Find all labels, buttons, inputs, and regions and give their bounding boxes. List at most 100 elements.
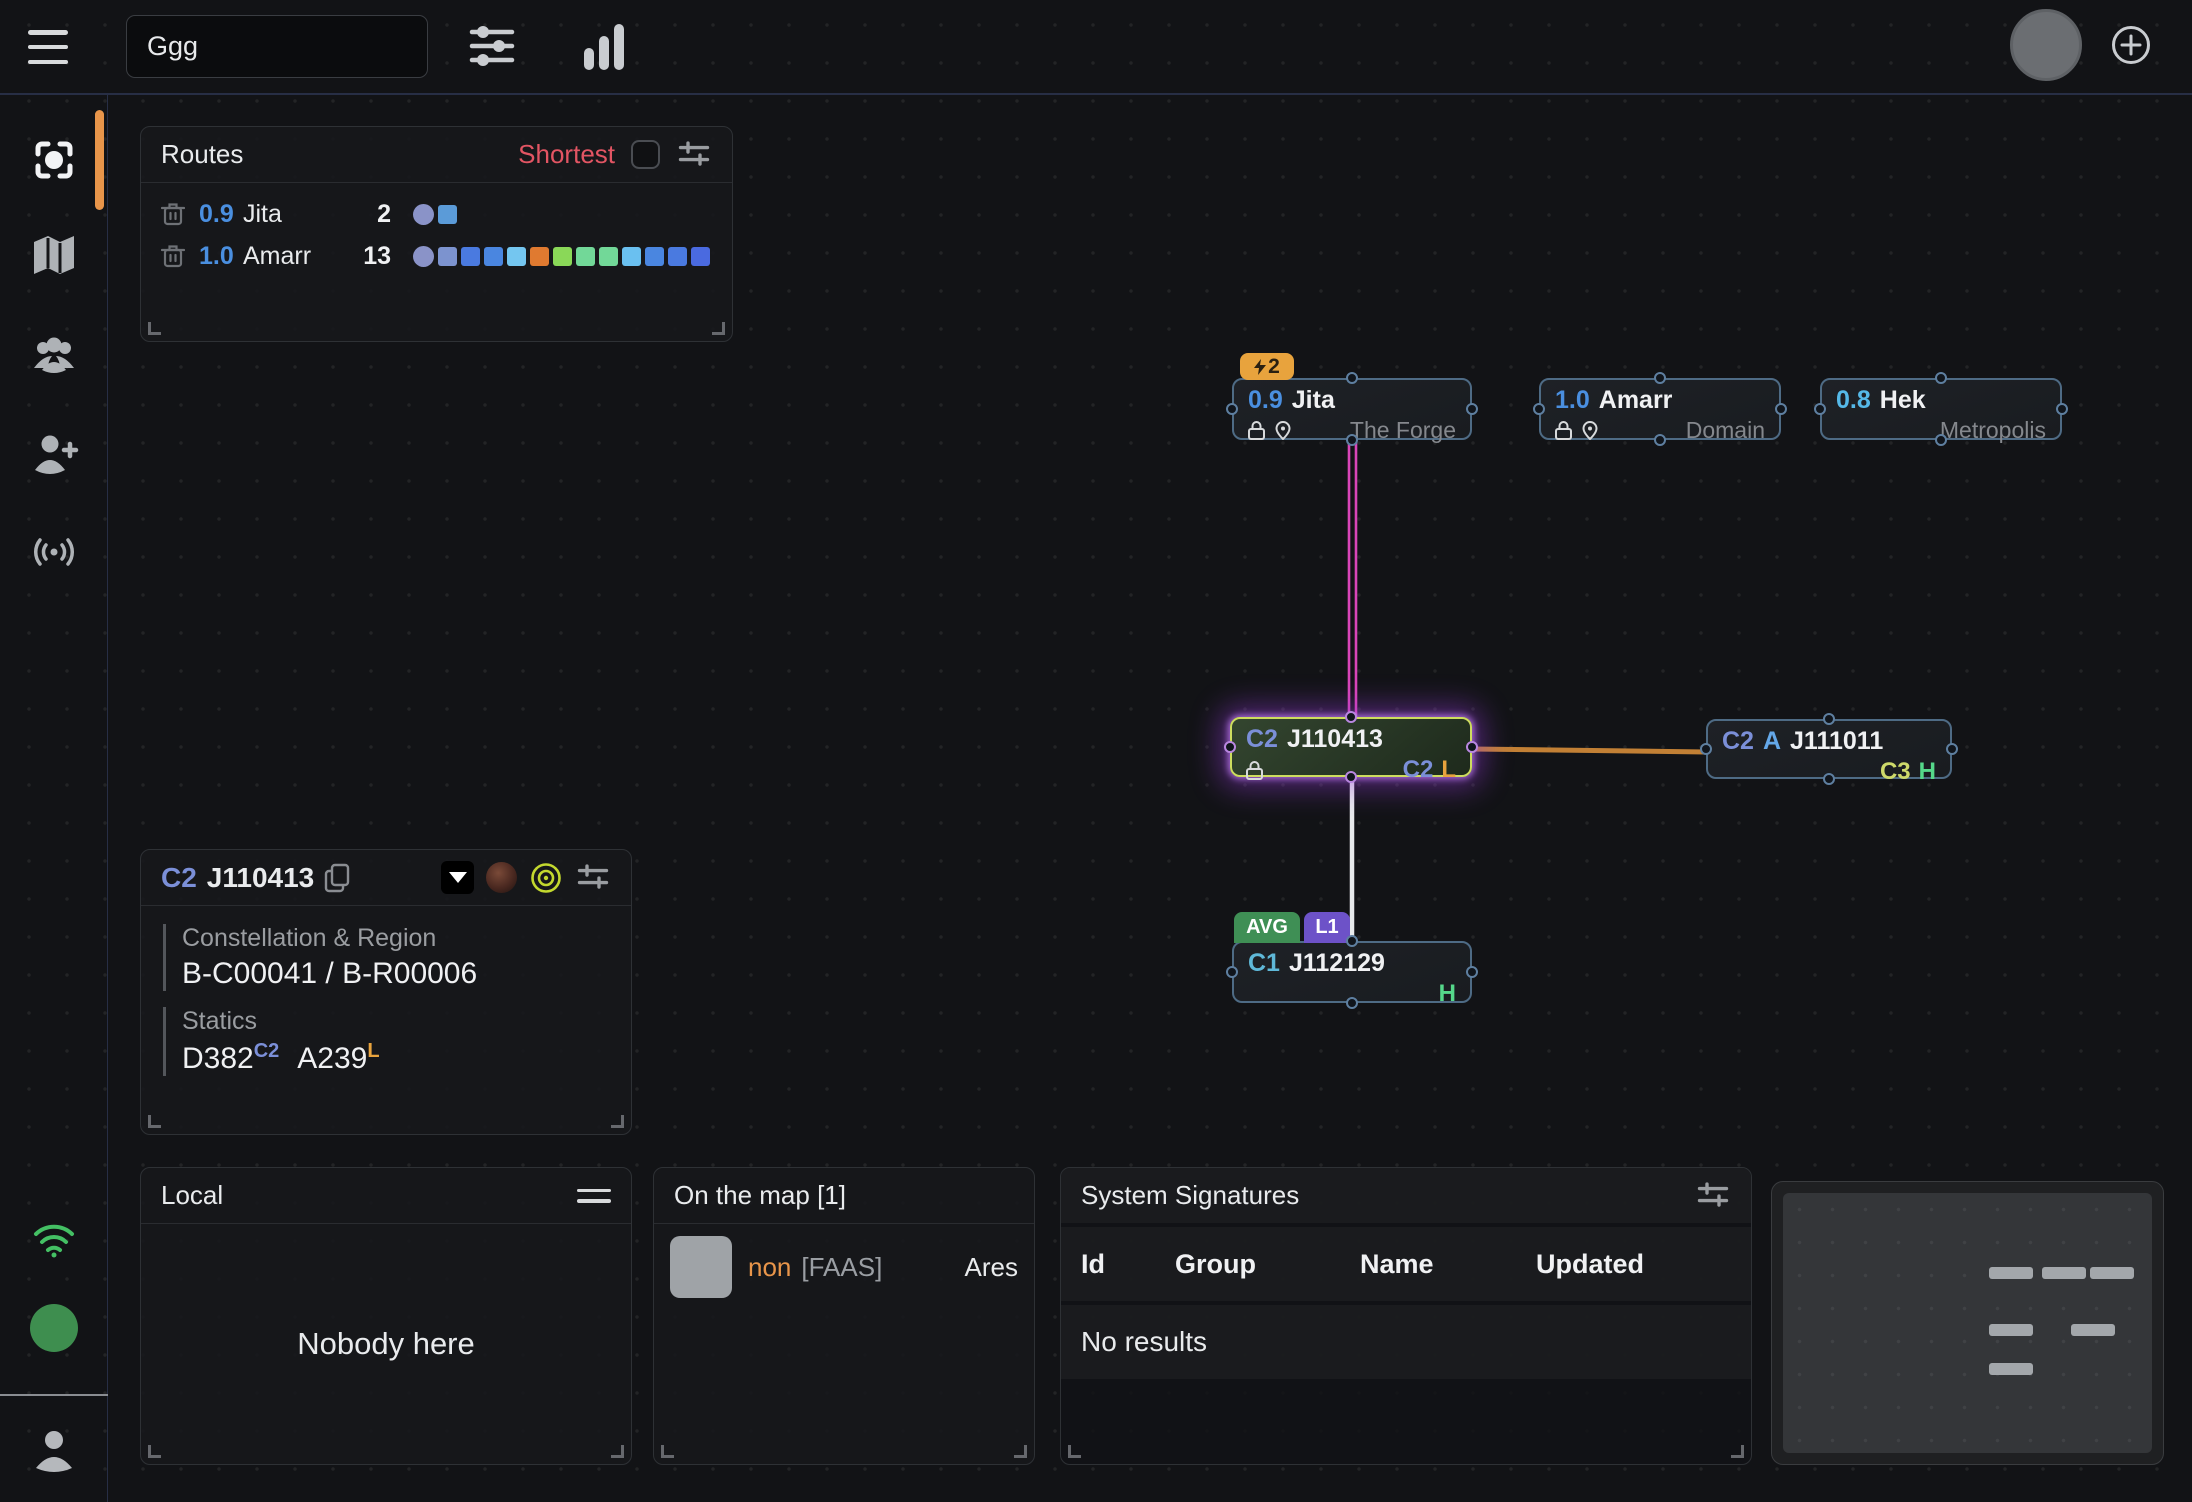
minimap-node-bar (1989, 1267, 2033, 1279)
resize-handle[interactable] (661, 1445, 674, 1458)
node-anchor[interactable] (1346, 434, 1358, 446)
route-mode-checkbox[interactable] (631, 140, 660, 169)
map-node-jita[interactable]: 2 0.9Jita The Forge (1232, 378, 1472, 440)
locate-icon[interactable] (529, 861, 563, 895)
connection-wifi-icon (28, 1212, 80, 1264)
delete-route-icon[interactable] (161, 243, 185, 269)
map-node-j111011[interactable]: C2AJ111011 C3 H (1706, 719, 1952, 779)
routes-title: Routes (161, 139, 243, 170)
filter-sliders-icon[interactable] (468, 22, 516, 70)
node-anchor[interactable] (2056, 403, 2068, 415)
signatures-empty-text: No results (1061, 1305, 1751, 1379)
static-security: H (1919, 758, 1936, 786)
route-row: 1.0 Amarr 13 (141, 235, 732, 277)
effect-icon[interactable] (486, 862, 517, 893)
col-name[interactable]: Name (1360, 1249, 1536, 1280)
user-icon[interactable] (28, 1424, 80, 1476)
node-anchor[interactable] (1466, 741, 1478, 753)
node-anchor[interactable] (1226, 966, 1238, 978)
route-chain (413, 246, 710, 267)
resize-handle[interactable] (148, 1115, 161, 1128)
map-node-hek[interactable]: 0.8Hek Metropolis (1820, 378, 2062, 440)
routes-settings-icon[interactable] (676, 137, 712, 173)
chain-square (461, 247, 480, 266)
node-anchor[interactable] (1346, 997, 1358, 1009)
node-anchor[interactable] (1466, 403, 1478, 415)
sidebar-item-characters-icon[interactable] (28, 330, 80, 382)
node-anchor[interactable] (1935, 372, 1947, 384)
resize-handle[interactable] (148, 322, 161, 335)
node-anchor[interactable] (1935, 434, 1947, 446)
node-anchor[interactable] (1823, 773, 1835, 785)
connection-j110413-j111011 (1472, 749, 1706, 752)
node-anchor[interactable] (1224, 741, 1236, 753)
resize-handle[interactable] (611, 1115, 624, 1128)
col-updated[interactable]: Updated (1536, 1249, 1731, 1280)
sidebar-item-tracking-icon[interactable] (28, 526, 80, 578)
sidebar (0, 94, 108, 1502)
system-class: C2 (161, 862, 197, 894)
resize-handle[interactable] (611, 1445, 624, 1458)
map-node-j112129[interactable]: AVG L1 C1J112129 H (1232, 941, 1472, 1003)
collapse-button[interactable] (441, 861, 474, 894)
menu-icon[interactable] (28, 30, 68, 64)
node-anchor[interactable] (1533, 403, 1545, 415)
resize-handle[interactable] (712, 322, 725, 335)
node-anchor[interactable] (1226, 403, 1238, 415)
signatures-settings-icon[interactable] (1695, 1178, 1731, 1214)
col-id[interactable]: Id (1081, 1249, 1175, 1280)
resize-handle[interactable] (1731, 1445, 1744, 1458)
col-group[interactable]: Group (1175, 1249, 1360, 1280)
resize-handle[interactable] (1014, 1445, 1027, 1458)
connections-count-badge: 2 (1240, 353, 1294, 380)
chain-circle (413, 246, 434, 267)
local-panel: Local Nobody here (140, 1167, 632, 1465)
node-anchor[interactable] (1823, 713, 1835, 725)
sidebar-item-map-icon[interactable] (28, 230, 80, 282)
node-anchor[interactable] (1814, 403, 1826, 415)
wormhole-class: C1 (1248, 949, 1280, 978)
map-name-input[interactable] (126, 15, 428, 78)
chain-square (438, 205, 457, 224)
node-anchor[interactable] (1466, 966, 1478, 978)
section-label: Constellation & Region (182, 924, 609, 953)
node-anchor[interactable] (1346, 935, 1358, 947)
resize-handle[interactable] (1068, 1445, 1081, 1458)
copy-icon[interactable] (324, 863, 350, 893)
region-label: Domain (1686, 417, 1765, 444)
node-anchor[interactable] (1654, 434, 1666, 446)
on-the-map-panel: On the map [1] non [FAAS] Ares (653, 1167, 1035, 1465)
node-anchor[interactable] (1654, 372, 1666, 384)
user-avatar[interactable] (2010, 9, 2082, 81)
stats-bars-icon[interactable] (584, 22, 632, 70)
chain-circle (413, 204, 434, 225)
map-node-j110413-selected[interactable]: C2J110413 C2 L (1230, 717, 1472, 777)
settings-sliders-icon[interactable] (575, 860, 611, 896)
chain-square (507, 247, 526, 266)
minimap-panel[interactable] (1771, 1181, 2164, 1465)
route-security: 0.9 (199, 200, 243, 229)
route-destination[interactable]: Amarr (243, 242, 343, 271)
node-anchor[interactable] (1345, 771, 1357, 783)
sidebar-item-add-character-icon[interactable] (28, 428, 80, 480)
resize-handle[interactable] (148, 1445, 161, 1458)
delete-route-icon[interactable] (161, 201, 185, 227)
map-node-amarr[interactable]: 1.0Amarr Domain (1539, 378, 1781, 440)
pilot-row[interactable]: non [FAAS] Ares (654, 1224, 1034, 1298)
add-map-icon[interactable] (2110, 24, 2152, 66)
location-pin-icon (1275, 421, 1291, 440)
route-destination[interactable]: Jita (243, 200, 343, 229)
node-anchor[interactable] (1946, 743, 1958, 755)
chain-square (599, 247, 618, 266)
node-anchor[interactable] (1775, 403, 1787, 415)
system-name: J110413 (207, 862, 314, 894)
node-anchor[interactable] (1700, 743, 1712, 755)
node-anchor[interactable] (1345, 711, 1357, 723)
sidebar-item-focus-icon[interactable] (28, 134, 80, 186)
route-mode-label[interactable]: Shortest (518, 139, 615, 170)
minimap-viewport[interactable] (1783, 1193, 2152, 1453)
route-row: 0.9 Jita 2 (141, 193, 732, 235)
route-jump-count: 13 (343, 242, 391, 271)
node-anchor[interactable] (1346, 372, 1358, 384)
drag-handle-icon[interactable] (577, 1189, 611, 1203)
